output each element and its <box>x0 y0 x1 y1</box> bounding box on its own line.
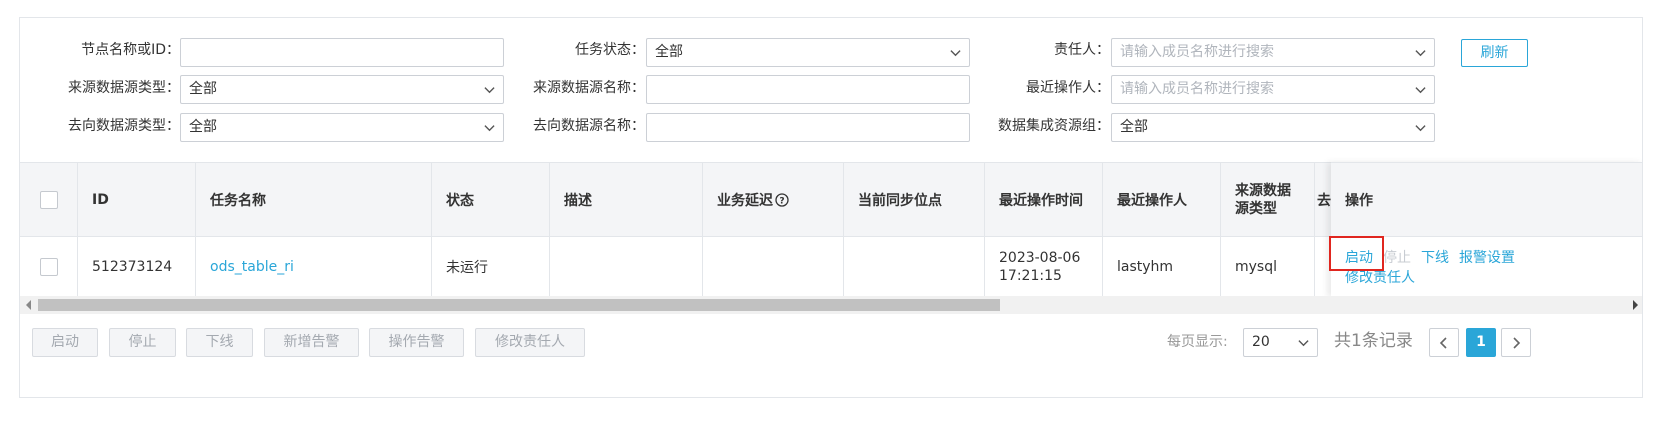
row-checkbox[interactable] <box>39 258 58 276</box>
col-header-id[interactable]: ID <box>78 163 196 236</box>
last-operator-placeholder: 请输入成员名称进行搜索 <box>1120 81 1274 97</box>
source-type-value: 全部 <box>189 81 217 97</box>
resource-group-label: 数据集成资源组： <box>998 118 1110 134</box>
chevron-down-icon <box>484 87 495 94</box>
prev-page-button[interactable] <box>1429 328 1459 357</box>
bulk-offline-button[interactable]: 下线 <box>186 328 253 357</box>
last-operator-label: 最近操作人： <box>1026 80 1110 96</box>
node-name-input[interactable] <box>180 38 504 67</box>
scroll-left-icon[interactable] <box>26 300 31 310</box>
chevron-left-icon <box>1439 337 1447 349</box>
target-type-label: 去向数据源类型： <box>68 118 180 134</box>
stop-action[interactable]: 停止 <box>1383 247 1411 267</box>
owner-placeholder: 请输入成员名称进行搜索 <box>1120 44 1274 60</box>
page-1-button[interactable]: 1 <box>1466 328 1496 357</box>
col-header-source-type-line1: 来源数据 <box>1235 182 1291 199</box>
chevron-down-icon <box>950 50 961 57</box>
cell-id: 512373124 <box>78 237 196 297</box>
target-type-value: 全部 <box>189 119 217 135</box>
owner-select[interactable]: 请输入成员名称进行搜索 <box>1111 38 1435 67</box>
chevron-down-icon <box>1298 340 1309 347</box>
chevron-right-icon <box>1513 337 1521 349</box>
cell-task-name-link[interactable]: ods_table_ri <box>196 237 432 297</box>
task-table: ID 任务名称 状态 描述 业务延迟 ? 当前同步位点 最近操作时间 最近操作人… <box>20 162 1642 315</box>
chevron-down-icon <box>484 125 495 132</box>
task-status-label: 任务状态： <box>575 42 645 58</box>
cell-source-type: mysql <box>1221 237 1315 297</box>
offline-action[interactable]: 下线 <box>1421 247 1449 267</box>
source-type-label: 来源数据源类型： <box>68 80 180 96</box>
table-footer: 启动 停止 下线 新增告警 操作告警 修改责任人 每页显示: 20 共1条记录 … <box>20 315 1642 397</box>
col-header-delay-label: 业务延迟 <box>717 192 773 209</box>
page-size-value: 20 <box>1252 334 1270 350</box>
target-name-label: 去向数据源名称： <box>533 118 645 134</box>
node-name-label: 节点名称或ID： <box>81 42 180 58</box>
select-all-checkbox[interactable] <box>39 190 58 209</box>
chevron-down-icon <box>1415 87 1426 94</box>
horizontal-scrollbar[interactable] <box>20 296 1642 314</box>
task-list-panel: 节点名称或ID： 任务状态： 全部 责任人： 请输入成员名称进行搜索 刷新 来源… <box>19 17 1643 398</box>
source-type-select[interactable]: 全部 <box>180 75 504 104</box>
last-operator-select[interactable]: 请输入成员名称进行搜索 <box>1111 75 1435 104</box>
col-header-source-type-line2: 源类型 <box>1235 200 1277 217</box>
col-header-delay[interactable]: 业务延迟 ? <box>703 163 844 236</box>
task-status-value: 全部 <box>655 44 683 60</box>
svg-text:?: ? <box>779 196 784 206</box>
col-header-operator[interactable]: 最近操作人 <box>1103 163 1221 236</box>
owner-label: 责任人： <box>1054 42 1110 58</box>
alert-settings-action[interactable]: 报警设置 <box>1459 247 1515 267</box>
cell-op-time-clock: 17:21:15 <box>999 268 1062 284</box>
col-header-hidden-fragment: 去 <box>1317 192 1331 209</box>
add-alert-button[interactable]: 新增告警 <box>264 328 359 357</box>
operate-alert-button[interactable]: 操作告警 <box>369 328 464 357</box>
bulk-start-button[interactable]: 启动 <box>32 328 98 357</box>
target-name-input[interactable] <box>646 113 970 142</box>
col-header-sync-point[interactable]: 当前同步位点 <box>844 163 985 236</box>
cell-op-time-date: 2023-08-06 <box>999 250 1081 266</box>
bulk-stop-button[interactable]: 停止 <box>109 328 176 357</box>
page-size-label: 每页显示: <box>1167 334 1228 350</box>
chevron-down-icon <box>1415 125 1426 132</box>
next-page-button[interactable] <box>1501 328 1531 357</box>
col-header-op-time[interactable]: 最近操作时间 <box>985 163 1103 236</box>
operations-column: 操作 启动 停止 下线 报警设置 修改责任人 <box>1331 162 1642 297</box>
scroll-right-icon[interactable] <box>1633 300 1638 310</box>
col-header-description[interactable]: 描述 <box>550 163 703 236</box>
chevron-down-icon <box>1415 50 1426 57</box>
page-size-select[interactable]: 20 <box>1243 328 1318 357</box>
resource-group-select[interactable]: 全部 <box>1111 113 1435 142</box>
task-status-select[interactable]: 全部 <box>646 38 970 67</box>
change-owner-button[interactable]: 修改责任人 <box>475 328 585 357</box>
cell-delay <box>703 237 844 297</box>
col-header-operations: 操作 <box>1331 162 1642 237</box>
target-type-select[interactable]: 全部 <box>180 113 504 142</box>
cell-description <box>550 237 703 297</box>
cell-sync-point <box>844 237 985 297</box>
cell-status: 未运行 <box>432 237 550 297</box>
scrollbar-thumb[interactable] <box>38 299 1000 311</box>
cell-op-time: 2023-08-06 17:21:15 <box>985 237 1103 297</box>
filter-form: 节点名称或ID： 任务状态： 全部 责任人： 请输入成员名称进行搜索 刷新 来源… <box>20 18 1642 172</box>
source-name-label: 来源数据源名称： <box>533 80 645 96</box>
col-header-task-name[interactable]: 任务名称 <box>196 163 432 236</box>
col-header-source-type[interactable]: 来源数据 源类型 <box>1221 163 1315 236</box>
refresh-button[interactable]: 刷新 <box>1461 39 1528 67</box>
resource-group-value: 全部 <box>1120 119 1148 135</box>
total-records: 共1条记录 <box>1334 331 1413 351</box>
help-icon[interactable]: ? <box>775 192 789 207</box>
source-name-input[interactable] <box>646 75 970 104</box>
cell-operator: lastyhm <box>1103 237 1221 297</box>
highlight-box <box>1329 236 1384 271</box>
col-header-status[interactable]: 状态 <box>432 163 550 236</box>
